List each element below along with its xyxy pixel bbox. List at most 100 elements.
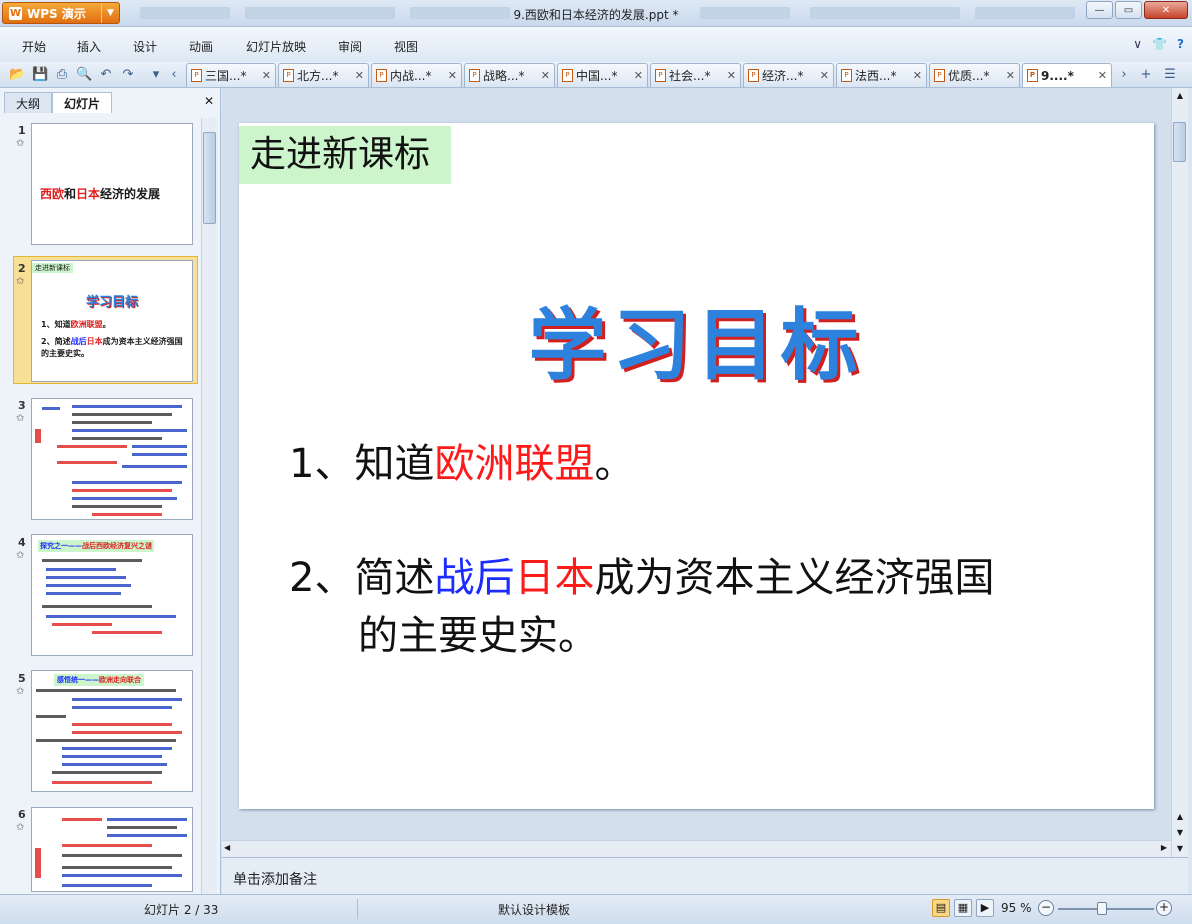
doc-tab[interactable]: P 优质...* ✕ — [929, 63, 1020, 87]
close-tab-icon[interactable]: ✕ — [448, 69, 457, 82]
close-tab-icon[interactable]: ✕ — [1098, 69, 1107, 82]
star-icon: ✩ — [16, 822, 25, 833]
close-tab-icon[interactable]: ✕ — [262, 69, 271, 82]
slide-title[interactable]: 学习目标 — [239, 283, 1154, 395]
toolbar: 📂 💾 ⎙ 🔍 ↶ ↷ ▾ ‹ P 三国...* ✕ P 北方...* ✕ P 内战...… — [0, 62, 1192, 88]
tab-scroll-right-icon[interactable]: › — [1116, 67, 1132, 83]
close-tab-icon[interactable]: ✕ — [820, 69, 829, 82]
ppt-icon: P — [469, 69, 480, 82]
ppt-icon: P — [283, 69, 294, 82]
close-tab-icon[interactable]: ✕ — [355, 69, 364, 82]
ppt-icon: P — [748, 69, 759, 82]
doc-tab[interactable]: P 社会...* ✕ — [650, 63, 741, 87]
ppt-icon: P — [562, 69, 573, 82]
menu-animation[interactable]: 动画 — [189, 38, 213, 55]
slide-kicker-label[interactable]: 走进新课标 — [239, 126, 452, 184]
scrollbar-thumb[interactable] — [203, 132, 216, 224]
close-tab-icon[interactable]: ✕ — [1006, 69, 1015, 82]
notes-pane[interactable]: 单击添加备注 — [222, 857, 1188, 894]
close-tab-icon[interactable]: ✕ — [634, 69, 643, 82]
minimize-button[interactable]: — — [1086, 1, 1113, 19]
scroll-down-icon[interactable]: ▼ — [1172, 841, 1188, 857]
slide-thumbnail-6[interactable] — [31, 807, 193, 892]
scroll-up-icon[interactable]: ▲ — [1172, 809, 1188, 825]
slide-thumbnail-4[interactable]: 探究之一——战后西欧经济复兴之谜 — [31, 534, 193, 656]
ppt-icon: P — [1027, 69, 1038, 82]
doc-tab[interactable]: P 战略...* ✕ — [464, 63, 555, 87]
zoom-level: 95 % — [1001, 901, 1032, 915]
slide-thumbnail-5[interactable]: 感悟统一——欧洲走向联合 — [31, 670, 193, 792]
slide-sorter-icon[interactable]: ▦ — [954, 899, 972, 917]
undo-icon[interactable]: ↶ — [98, 67, 114, 83]
close-tab-icon[interactable]: ✕ — [727, 69, 736, 82]
skin-icon[interactable]: 👕 — [1152, 37, 1167, 51]
toolbar-dropdown-icon[interactable]: ▾ — [148, 67, 164, 83]
vertical-scrollbar[interactable]: ▲ ▲ ▼ ▼ — [1171, 88, 1188, 857]
ppt-icon: P — [191, 69, 202, 82]
menu-view[interactable]: 视图 — [394, 38, 418, 55]
window-title: 9.西欧和日本经济的发展.ppt * — [513, 8, 679, 22]
print-preview-icon[interactable]: 🔍 — [76, 67, 92, 83]
objective-item-2-line2[interactable]: 的主要史实。 — [358, 607, 598, 665]
new-tab-icon[interactable]: + — [1138, 67, 1154, 83]
scroll-right-icon[interactable]: ▶ — [1161, 843, 1167, 852]
doc-tab[interactable]: P 法西...* ✕ — [836, 63, 927, 87]
doc-tab[interactable]: P 经济...* ✕ — [743, 63, 834, 87]
doc-tab-active[interactable]: P 9....* ✕ — [1022, 63, 1112, 87]
slide-thumbnail-1[interactable]: 西欧和日本经济的发展 — [31, 123, 193, 245]
tab-outline[interactable]: 大纲 — [4, 92, 53, 113]
print-icon[interactable]: ⎙ — [54, 67, 70, 83]
tab-list-icon[interactable]: ☰ — [1162, 67, 1178, 83]
menu-review[interactable]: 审阅 — [338, 38, 362, 55]
star-icon: ✩ — [16, 413, 25, 424]
slide-thumbnail-2[interactable]: 走进新课标 学习目标 1、知道欧洲联盟。 2、简述战后日本成为资本主义经济强国的… — [31, 260, 193, 382]
thumbnail-scrollbar[interactable] — [201, 118, 217, 894]
save-icon[interactable]: 💾 — [32, 67, 48, 83]
menu-slideshow[interactable]: 幻灯片放映 — [246, 38, 306, 55]
close-button[interactable]: ✕ — [1144, 1, 1188, 19]
objective-item-2[interactable]: 2、简述战后日本成为资本主义经济强国 — [289, 549, 994, 607]
redo-icon[interactable]: ↷ — [120, 67, 136, 83]
help-icon[interactable]: ? — [1177, 37, 1184, 51]
chevron-down-icon[interactable]: ∨ — [1133, 37, 1142, 51]
scroll-down-icon[interactable]: ▼ — [1172, 825, 1188, 841]
zoom-out-icon[interactable]: − — [1038, 900, 1054, 916]
design-template[interactable]: 默认设计模板 — [498, 901, 570, 918]
slide-number: 2 — [18, 262, 26, 275]
menu-right-controls: ∨ 👕 ? — [1133, 37, 1184, 51]
title-bar: W WPS 演示 ▼ 9.西欧和日本经济的发展.ppt * — ▭ ✕ — [0, 0, 1192, 27]
menu-home[interactable]: 开始 — [22, 38, 46, 55]
ppt-icon: P — [934, 69, 945, 82]
doc-tab[interactable]: P 三国...* ✕ — [186, 63, 276, 87]
normal-view-icon[interactable]: ▤ — [932, 899, 950, 917]
scroll-up-icon[interactable]: ▲ — [1172, 88, 1188, 104]
slide-position: 幻灯片 2 / 33 — [144, 903, 219, 917]
slide-canvas[interactable]: 走进新课标 学习目标 1、知道欧洲联盟。 2、简述战后日本成为资本主义经济强国 … — [239, 123, 1154, 809]
zoom-slider-handle[interactable] — [1097, 902, 1107, 915]
doc-tab[interactable]: P 北方...* ✕ — [278, 63, 369, 87]
maximize-button[interactable]: ▭ — [1115, 1, 1142, 19]
ppt-icon: P — [841, 69, 852, 82]
slide-thumbnail-3[interactable] — [31, 398, 193, 520]
scroll-left-icon[interactable]: ◀ — [224, 843, 230, 852]
ppt-icon: P — [655, 69, 666, 82]
doc-tab[interactable]: P 中国...* ✕ — [557, 63, 648, 87]
close-tab-icon[interactable]: ✕ — [541, 69, 550, 82]
menu-insert[interactable]: 插入 — [77, 38, 101, 55]
open-icon[interactable]: 📂 — [9, 67, 25, 83]
tab-slides[interactable]: 幻灯片 — [52, 92, 113, 113]
zoom-in-icon[interactable]: + — [1156, 900, 1172, 916]
horizontal-scrollbar[interactable]: ◀ ▶ — [222, 840, 1171, 857]
menu-design[interactable]: 设计 — [133, 38, 157, 55]
doc-tab[interactable]: P 内战...* ✕ — [371, 63, 462, 87]
close-tab-icon[interactable]: ✕ — [913, 69, 922, 82]
objective-item-1[interactable]: 1、知道欧洲联盟。 — [289, 435, 634, 493]
tab-scroll-left-icon[interactable]: ‹ — [166, 67, 182, 83]
notes-placeholder[interactable]: 单击添加备注 — [233, 869, 317, 889]
slide-number: 5 — [18, 672, 26, 685]
close-icon[interactable]: ✕ — [204, 94, 214, 108]
scrollbar-thumb[interactable] — [1173, 122, 1186, 162]
slideshow-icon[interactable]: ▶ — [976, 899, 994, 917]
star-icon: ✩ — [16, 138, 25, 149]
panel-tabs: 大纲 幻灯片 — [4, 92, 113, 113]
